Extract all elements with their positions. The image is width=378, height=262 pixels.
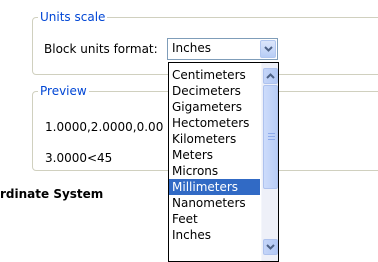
preview-line-1: 1.0000,2.0000,0.00 <box>45 120 164 134</box>
chevron-down-icon <box>263 46 273 52</box>
dropdown-option-meters[interactable]: Meters <box>169 147 260 163</box>
dropdown-option-decimeters[interactable]: Decimeters <box>169 83 260 99</box>
scroll-down-button[interactable] <box>263 239 278 255</box>
units-scale-legend: Units scale <box>38 10 108 24</box>
thumb-grip-line <box>268 139 275 140</box>
block-units-format-combo[interactable]: Inches <box>167 38 278 60</box>
block-units-format-value: Inches <box>172 41 211 55</box>
dropdown-option-inches[interactable]: Inches <box>169 227 260 243</box>
thumb-grip-line <box>268 133 275 134</box>
dropdown-option-centimeters[interactable]: Centimeters <box>169 67 260 83</box>
preview-legend: Preview <box>38 84 89 98</box>
block-units-format-label: Block units format: <box>44 42 158 56</box>
combo-dropdown-button[interactable] <box>260 40 276 58</box>
dropdown-option-feet[interactable]: Feet <box>169 211 260 227</box>
dropdown-option-gigameters[interactable]: Gigameters <box>169 99 260 115</box>
dropdown-option-microns[interactable]: Microns <box>169 163 260 179</box>
units-dropdown-list[interactable]: Centimeters Decimeters Gigameters Hectom… <box>168 62 279 262</box>
thumb-grip-line <box>268 136 275 137</box>
chevron-down-icon <box>266 244 275 250</box>
dropdown-option-millimeters[interactable]: Millimeters <box>169 179 260 195</box>
preview-line-2: 3.0000<45 <box>45 151 113 165</box>
dropdown-scrollbar[interactable] <box>261 63 278 261</box>
dropdown-option-nanometers[interactable]: Nanometers <box>169 195 260 211</box>
dropdown-option-kilometers[interactable]: Kilometers <box>169 131 260 147</box>
scroll-thumb[interactable] <box>263 85 278 189</box>
scroll-up-button[interactable] <box>263 68 278 84</box>
dropdown-option-hectometers[interactable]: Hectometers <box>169 115 260 131</box>
chevron-up-icon <box>266 73 275 79</box>
coordinate-system-heading: rdinate System <box>0 187 104 201</box>
